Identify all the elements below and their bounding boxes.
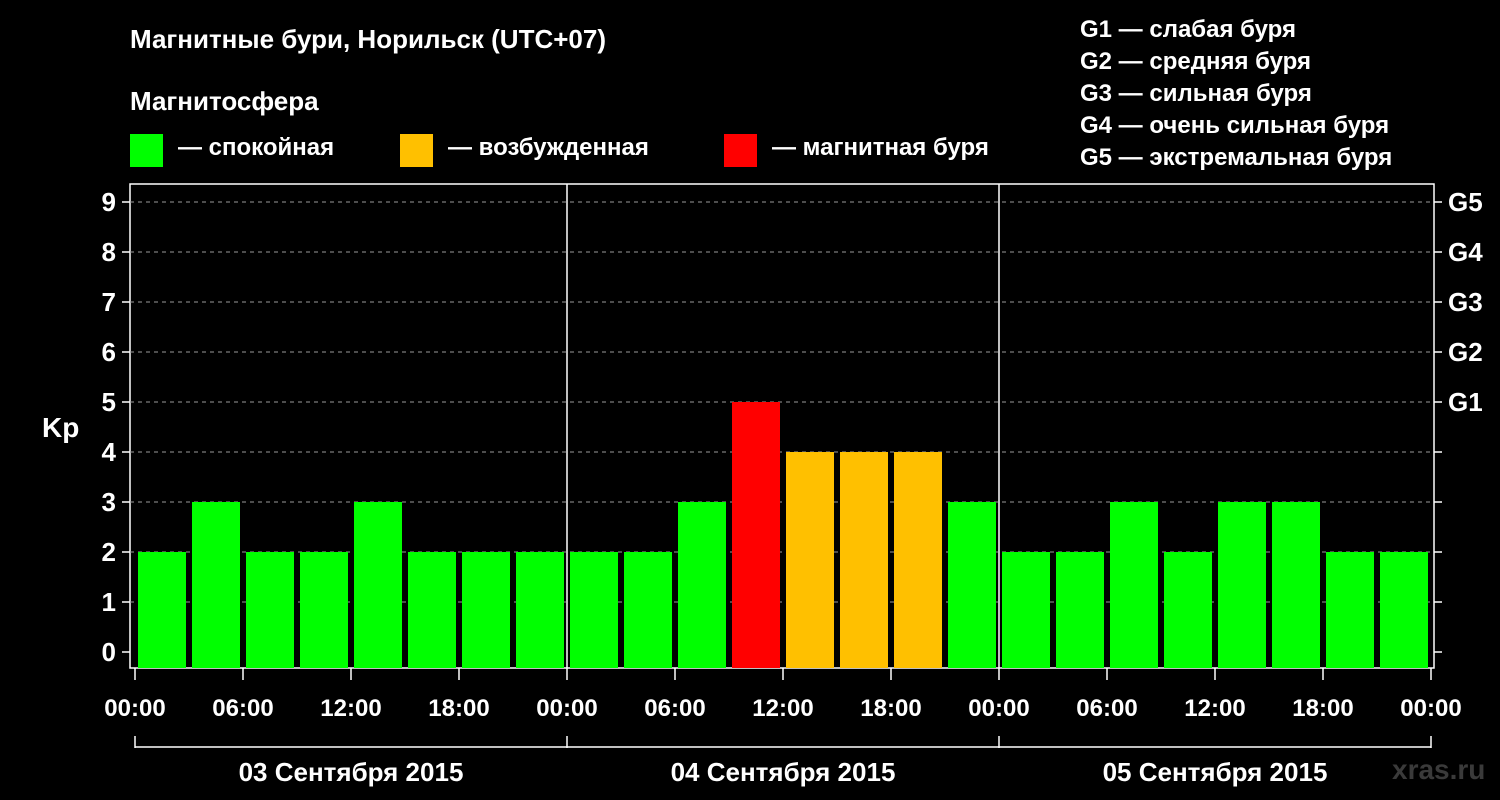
x-tick-label: 06:00 (644, 695, 705, 722)
bar-quiet (1218, 502, 1266, 668)
bar-quiet (1380, 552, 1428, 668)
bar-quiet (1326, 552, 1374, 668)
x-tick-label: 18:00 (1292, 695, 1353, 722)
y-tick-label: 5 (102, 387, 116, 417)
y-tick-label: 0 (102, 637, 116, 667)
bar-active (840, 452, 888, 668)
x-tick-label: 00:00 (968, 695, 1029, 722)
x-tick-label: 00:00 (1400, 695, 1461, 722)
bar-quiet (408, 552, 456, 668)
g-tick-label: G5 (1448, 187, 1483, 217)
g-tick-label: G4 (1448, 237, 1483, 267)
g-tick-label: G3 (1448, 287, 1483, 317)
g-tick-label: G1 (1448, 387, 1483, 417)
bar-quiet (192, 502, 240, 668)
x-tick-label: 06:00 (1076, 695, 1137, 722)
x-tick-label: 18:00 (428, 695, 489, 722)
x-tick-label: 12:00 (1184, 695, 1245, 722)
bar-quiet (516, 552, 564, 668)
x-tick-label: 06:00 (212, 695, 273, 722)
bar-quiet (1056, 552, 1104, 668)
bar-active (894, 452, 942, 668)
bar-active (786, 452, 834, 668)
y-tick-label: 3 (102, 487, 116, 517)
y-tick-label: 9 (102, 187, 116, 217)
y-tick-label: 7 (102, 287, 116, 317)
x-tick-label: 12:00 (752, 695, 813, 722)
date-label: 04 Сентября 2015 (671, 757, 896, 787)
bar-quiet (1164, 552, 1212, 668)
bar-storm (732, 402, 780, 668)
x-tick-label: 12:00 (320, 695, 381, 722)
bar-quiet (624, 552, 672, 668)
date-label: 03 Сентября 2015 (239, 757, 464, 787)
y-tick-label: 8 (102, 237, 116, 267)
x-tick-label: 00:00 (104, 695, 165, 722)
y-tick-label: 1 (102, 587, 116, 617)
g-tick-label: G2 (1448, 337, 1483, 367)
bar-quiet (570, 552, 618, 668)
bar-quiet (138, 552, 186, 668)
y-tick-label: 4 (102, 437, 117, 467)
bar-quiet (354, 502, 402, 668)
bar-quiet (300, 552, 348, 668)
bar-quiet (246, 552, 294, 668)
y-tick-label: 2 (102, 537, 116, 567)
date-label: 05 Сентября 2015 (1103, 757, 1328, 787)
bar-quiet (1272, 502, 1320, 668)
bar-quiet (1110, 502, 1158, 668)
x-tick-label: 00:00 (536, 695, 597, 722)
bar-quiet (948, 502, 996, 668)
y-tick-label: 6 (102, 337, 116, 367)
kp-chart: 0 1 2 3 4 5 6 7 8 9 G1 G2 G3 G4 G5 00:00 06:00 12:00 18:00… (102, 183, 1483, 787)
watermark: xras.ru (1392, 754, 1486, 785)
bar-quiet (678, 502, 726, 668)
bar-quiet (1002, 552, 1050, 668)
bar-quiet (462, 552, 510, 668)
x-tick-label: 18:00 (860, 695, 921, 722)
